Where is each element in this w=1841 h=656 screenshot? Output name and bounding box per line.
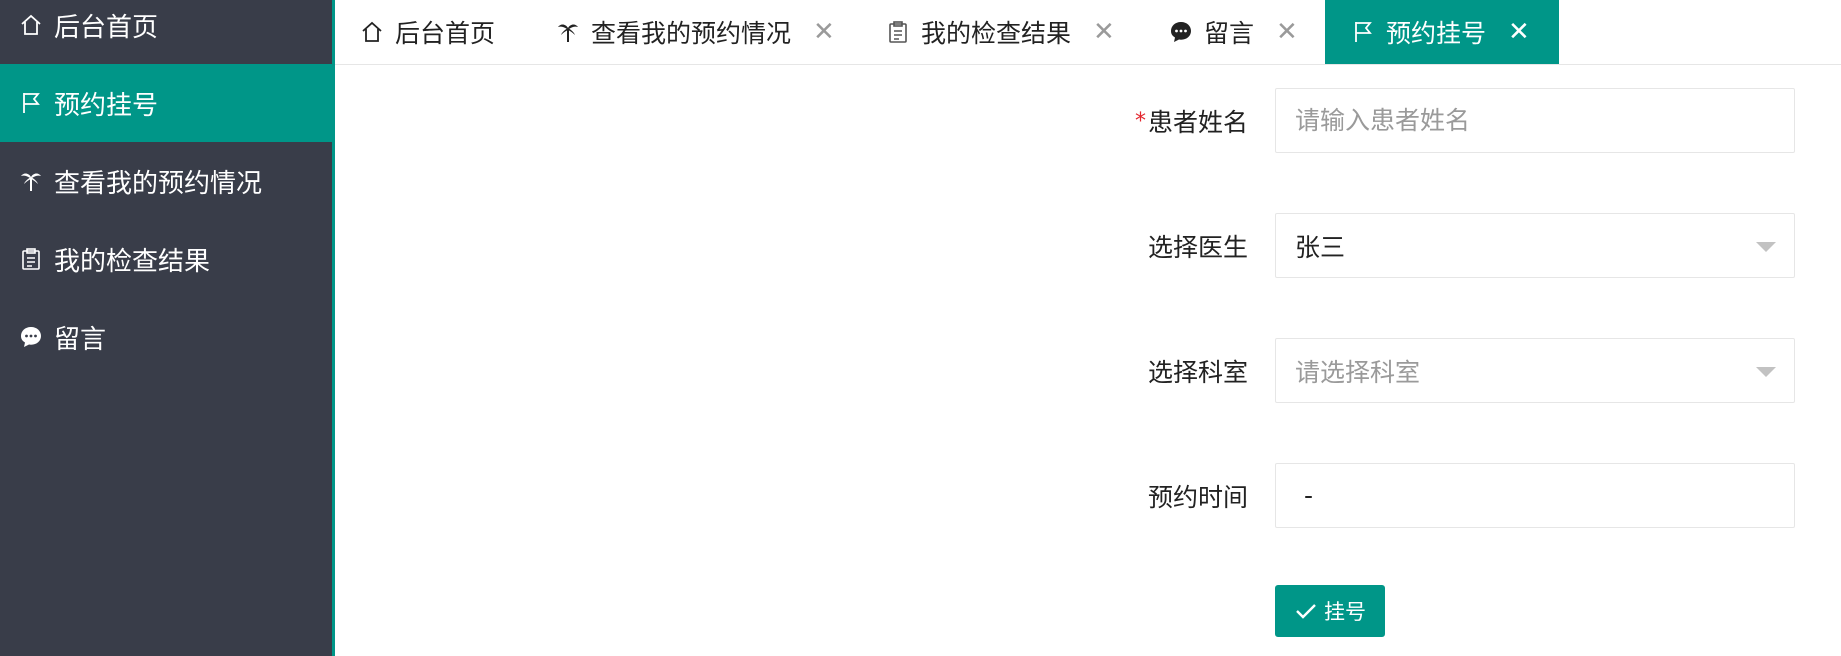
time-range-input[interactable]: - xyxy=(1275,463,1795,528)
department-select-placeholder: 请选择科室 xyxy=(1295,357,1421,387)
clipboard-icon xyxy=(885,19,911,45)
tab-messages[interactable]: 留言 ✕ xyxy=(1168,0,1298,64)
patient-name-input[interactable] xyxy=(1275,88,1795,153)
chevron-down-icon xyxy=(1756,242,1776,252)
department-label: 选择科室 xyxy=(1147,358,1248,387)
tab-bar: 后台首页 查看我的预约情况 ✕ 我的检查结果 ✕ 留言 ✕ 预约挂号 ✕ xyxy=(335,0,1841,65)
sidebar-item-my-results[interactable]: 我的检查结果 xyxy=(0,220,332,298)
tab-label: 预约挂号 xyxy=(1386,19,1487,48)
chat-bubble-icon xyxy=(18,324,44,350)
sidebar-item-label: 留言 xyxy=(54,324,107,355)
check-icon xyxy=(1296,604,1316,619)
tab-my-appointments[interactable]: 查看我的预约情况 ✕ xyxy=(555,0,835,64)
register-button[interactable]: 挂号 xyxy=(1275,585,1385,637)
sidebar-item-home[interactable]: 后台首页 xyxy=(0,0,332,64)
tab-label: 留言 xyxy=(1204,19,1255,48)
patient-name-label: * 患者姓名 xyxy=(1135,88,1248,154)
flag-icon xyxy=(18,90,44,116)
tab-label: 我的检查结果 xyxy=(921,19,1072,48)
patient-name-label-text: 患者姓名 xyxy=(1147,108,1248,137)
flag-icon xyxy=(1350,19,1376,45)
register-button-label: 挂号 xyxy=(1324,600,1366,624)
required-mark: * xyxy=(1134,108,1146,134)
home-icon xyxy=(18,12,44,38)
close-icon[interactable]: ✕ xyxy=(813,19,835,45)
close-icon[interactable]: ✕ xyxy=(1508,19,1530,45)
doctor-select[interactable]: 张三 xyxy=(1275,213,1795,278)
palm-tree-icon xyxy=(555,19,581,45)
sidebar-item-label: 查看我的预约情况 xyxy=(54,168,263,199)
chevron-down-icon xyxy=(1756,367,1776,377)
tab-my-results[interactable]: 我的检查结果 ✕ xyxy=(885,0,1115,64)
doctor-label: 选择医生 xyxy=(1147,233,1248,262)
department-select[interactable]: 请选择科室 xyxy=(1275,338,1795,403)
sidebar: 后台首页 预约挂号 查看我的预约情况 我的检查结果 留言 xyxy=(0,0,332,656)
doctor-select-value: 张三 xyxy=(1295,232,1346,262)
close-icon[interactable]: ✕ xyxy=(1093,19,1115,45)
home-icon xyxy=(359,19,385,45)
tab-appointment[interactable]: 预约挂号 ✕ xyxy=(1325,0,1559,64)
tab-label: 查看我的预约情况 xyxy=(591,19,792,48)
sidebar-item-my-appointments[interactable]: 查看我的预约情况 xyxy=(0,142,332,220)
time-label: 预约时间 xyxy=(1147,483,1248,512)
clipboard-icon xyxy=(18,246,44,272)
sidebar-divider xyxy=(332,0,335,656)
sidebar-item-label: 预约挂号 xyxy=(54,90,159,121)
sidebar-item-appointment[interactable]: 预约挂号 xyxy=(0,64,332,142)
palm-tree-icon xyxy=(18,168,44,194)
tab-label: 后台首页 xyxy=(395,19,496,48)
close-icon[interactable]: ✕ xyxy=(1276,19,1298,45)
sidebar-item-label: 后台首页 xyxy=(54,12,159,43)
time-range-separator: - xyxy=(1304,481,1314,510)
sidebar-item-messages[interactable]: 留言 xyxy=(0,298,332,376)
chat-bubble-icon xyxy=(1168,19,1194,45)
tab-home[interactable]: 后台首页 xyxy=(359,0,495,64)
sidebar-item-label: 我的检查结果 xyxy=(54,246,211,277)
